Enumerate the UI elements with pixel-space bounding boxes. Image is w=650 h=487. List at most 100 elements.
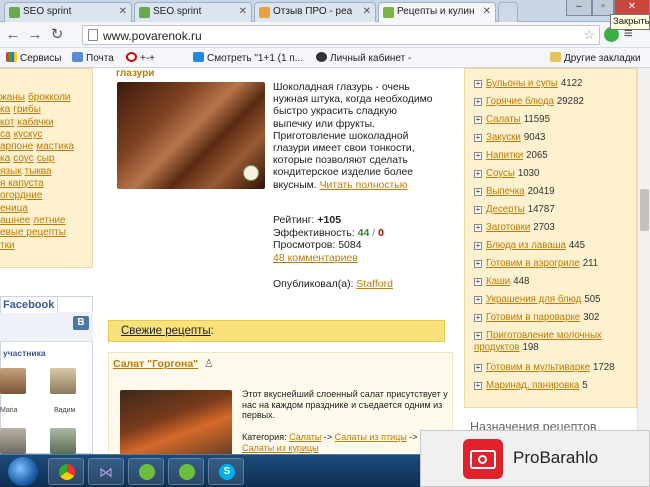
close-icon[interactable]: ✕ <box>119 6 127 17</box>
ingredient-link[interactable]: кабачки <box>17 117 53 128</box>
expand-icon[interactable]: + <box>474 260 482 268</box>
salad-title-link[interactable]: Салат "Горгона" <box>113 358 198 370</box>
reload-button[interactable]: ↻ <box>48 26 66 44</box>
utorrent-taskbar-button[interactable] <box>128 458 164 485</box>
ingredient-link[interactable]: огордние <box>0 190 42 201</box>
ingredient-link[interactable]: еница <box>0 203 28 214</box>
expand-icon[interactable]: + <box>474 188 482 196</box>
ingredient-link[interactable]: ка <box>0 153 10 164</box>
expand-icon[interactable]: + <box>474 80 482 88</box>
chrome-taskbar-button[interactable] <box>48 458 84 485</box>
expand-icon[interactable]: + <box>474 152 482 160</box>
star-icon[interactable]: ☆ <box>583 27 595 43</box>
ingredient-link[interactable]: арпоне <box>0 141 33 152</box>
chocolate-glaze-photo[interactable] <box>117 82 265 189</box>
recipe-title[interactable]: глазури <box>116 68 154 79</box>
ingredient-link[interactable]: кот <box>0 117 14 128</box>
tab-seo-sprint-1[interactable]: SEO sprint ✕ <box>4 2 132 22</box>
close-icon[interactable]: ✕ <box>363 6 371 17</box>
minimize-button[interactable]: – <box>566 0 592 16</box>
avatar[interactable] <box>50 368 76 394</box>
close-icon[interactable]: ✕ <box>239 6 247 17</box>
category-item[interactable]: + Заготовки 2703 <box>474 222 555 233</box>
expand-icon[interactable]: + <box>474 224 482 232</box>
bookmark-watch[interactable]: Смотреть "1+1 (1 п... <box>193 52 303 64</box>
category-item[interactable]: + Десерты 14787 <box>474 204 555 215</box>
expand-icon[interactable]: + <box>474 296 482 304</box>
category-item[interactable]: + Украшения для блюд 505 <box>474 294 600 305</box>
category-item[interactable]: + Каши 448 <box>474 276 529 287</box>
salad-photo[interactable] <box>120 390 232 454</box>
read-more-link[interactable]: Читать полностью <box>320 180 408 191</box>
back-button[interactable]: ← <box>4 26 22 44</box>
expand-icon[interactable]: + <box>474 98 482 106</box>
close-icon[interactable]: ✕ <box>483 6 491 17</box>
ingredient-link[interactable]: мастика <box>36 141 74 152</box>
category-item[interactable]: + Соусы 1030 <box>474 168 539 179</box>
ingredient-link[interactable]: кускус <box>14 129 43 140</box>
start-button[interactable] <box>8 457 38 486</box>
category-link[interactable]: Салаты из курицы <box>242 443 319 453</box>
ingredient-link[interactable]: я капуста <box>0 178 44 189</box>
ingredient-link[interactable]: ашнее <box>0 215 30 226</box>
app-taskbar-button[interactable] <box>168 458 204 485</box>
avatar[interactable] <box>50 428 76 454</box>
expand-icon[interactable]: + <box>474 364 482 372</box>
expand-icon[interactable]: + <box>474 134 482 142</box>
new-tab-button[interactable] <box>498 2 518 22</box>
ingredient-link[interactable]: евые рецепты <box>0 227 66 238</box>
category-item[interactable]: + Готовим в аэрогриле 211 <box>474 258 598 269</box>
facebook-tab[interactable]: Facebook <box>0 296 58 313</box>
category-item[interactable]: + Горячие блюда 29282 <box>474 96 584 107</box>
category-item[interactable]: + Блюда из лаваша 445 <box>474 240 585 251</box>
vk-tab[interactable]: В <box>73 316 89 330</box>
skype-taskbar-button[interactable]: S <box>208 458 244 485</box>
tab-otzyv-pro[interactable]: Отзыв ПРО - реа ✕ <box>254 2 376 22</box>
avatar[interactable] <box>0 428 26 454</box>
category-item[interactable]: + Выпечка 20419 <box>474 186 555 197</box>
category-item[interactable]: + Маринад, панировка 5 <box>474 380 588 391</box>
expand-icon[interactable]: + <box>474 206 482 214</box>
visual-studio-taskbar-button[interactable]: ⋈ <box>88 458 124 485</box>
comments-link[interactable]: 48 комментариев <box>273 252 358 264</box>
expand-icon[interactable]: + <box>474 170 482 178</box>
expand-icon[interactable]: + <box>474 116 482 124</box>
expand-icon[interactable]: + <box>474 382 482 390</box>
expand-icon[interactable]: + <box>474 278 482 286</box>
category-item[interactable]: + Готовим в пароварке 302 <box>474 312 599 323</box>
category-link[interactable]: Салаты из птицы <box>335 432 407 442</box>
vertical-scrollbar[interactable] <box>637 68 650 454</box>
ingredient-link[interactable]: тыква <box>25 166 52 177</box>
bookmark-other[interactable]: Другие закладки <box>550 52 641 64</box>
ingredient-link[interactable]: тки <box>0 240 15 251</box>
bookmark-cabinet[interactable]: Личный кабинет - <box>316 52 411 64</box>
tab-seo-sprint-2[interactable]: SEO sprint ✕ <box>134 2 252 22</box>
ingredient-link[interactable]: сыр <box>37 153 55 164</box>
expand-icon[interactable]: + <box>474 242 482 250</box>
ingredient-link[interactable]: брокколи <box>28 92 70 103</box>
category-link[interactable]: Салаты <box>289 432 321 442</box>
expand-icon[interactable]: + <box>474 332 482 340</box>
expand-icon[interactable]: + <box>474 314 482 322</box>
author-link[interactable]: Stafford <box>356 278 393 290</box>
category-item[interactable]: + Бульоны и супы 4122 <box>474 78 582 89</box>
forward-button[interactable]: → <box>26 26 44 44</box>
bookmark-plus[interactable]: +-+ <box>126 52 155 64</box>
ingredient-link[interactable]: жаны <box>0 92 25 103</box>
ingredient-link[interactable]: летние <box>33 215 65 226</box>
category-item[interactable]: + Готовим в мультиварке 1728 <box>474 362 615 373</box>
ingredient-link[interactable]: ка <box>0 104 10 115</box>
ingredient-link[interactable]: соус <box>13 153 33 164</box>
address-bar[interactable]: www.povarenok.ru ☆ <box>82 25 600 45</box>
bookmark-mail[interactable]: Почта <box>72 52 114 64</box>
category-item[interactable]: + Напитки 2065 <box>474 150 548 161</box>
ingredient-link[interactable]: са <box>0 129 11 140</box>
avatar[interactable] <box>0 368 26 394</box>
ingredient-link[interactable]: язык <box>0 166 22 177</box>
url-text[interactable]: www.povarenok.ru <box>103 29 202 43</box>
fresh-recipes-link[interactable]: Свежие рецепты <box>121 325 211 337</box>
tab-recipes[interactable]: Рецепты и кулин ✕ <box>378 2 496 22</box>
category-item[interactable]: + Приготовление молочных продуктов 198 <box>474 330 624 354</box>
scrollbar-thumb[interactable] <box>640 189 649 231</box>
category-item[interactable]: + Закуски 9043 <box>474 132 545 143</box>
